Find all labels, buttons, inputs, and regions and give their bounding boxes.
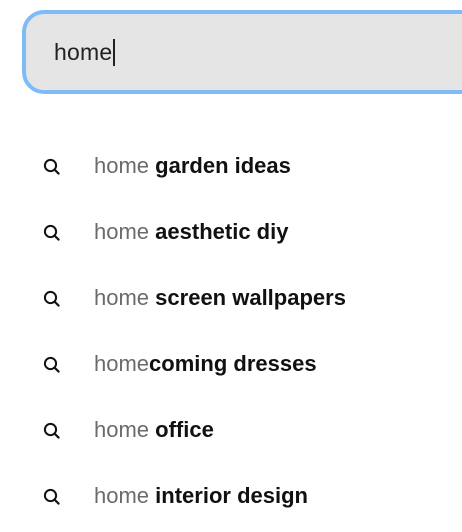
suggestion-prefix: home	[94, 153, 150, 178]
text-caret	[113, 38, 115, 66]
suggestion-completion: garden ideas	[155, 153, 291, 178]
suggestion-label: home garden ideas	[94, 153, 291, 179]
suggestion-item[interactable]: home garden ideas	[0, 133, 462, 199]
search-box[interactable]: home	[22, 10, 462, 94]
suggestion-completion: coming dresses	[149, 351, 317, 376]
suggestion-item[interactable]: home office	[0, 397, 462, 463]
suggestion-label: home screen wallpapers	[94, 285, 346, 311]
suggestion-prefix: home	[94, 351, 150, 376]
suggestion-list: home garden ideas home aesthetic diy hom…	[0, 133, 462, 529]
suggestion-prefix: home	[94, 219, 150, 244]
search-input[interactable]: home	[54, 38, 115, 66]
suggestion-prefix: home	[94, 483, 150, 508]
suggestion-label: home aesthetic diy	[94, 219, 288, 245]
suggestion-prefix: home	[94, 285, 150, 310]
suggestion-completion: office	[155, 417, 214, 442]
search-icon	[43, 224, 60, 241]
search-icon	[43, 158, 60, 175]
search-page: home home garden ideas home aesthetic di…	[0, 0, 462, 532]
suggestion-completion: screen wallpapers	[155, 285, 346, 310]
search-icon	[43, 488, 60, 505]
suggestion-item[interactable]: home aesthetic diy	[0, 199, 462, 265]
suggestion-completion: aesthetic diy	[155, 219, 289, 244]
suggestion-label: home interior design	[94, 483, 308, 509]
suggestion-item[interactable]: home interior design	[0, 463, 462, 529]
search-icon	[43, 356, 60, 373]
suggestion-label: homecoming dresses	[94, 351, 317, 377]
suggestion-prefix: home	[94, 417, 150, 442]
search-input-value: home	[54, 38, 113, 65]
suggestion-item[interactable]: homecoming dresses	[0, 331, 462, 397]
suggestion-completion: interior design	[155, 483, 308, 508]
search-icon	[43, 290, 60, 307]
search-icon	[43, 422, 60, 439]
suggestion-item[interactable]: home screen wallpapers	[0, 265, 462, 331]
suggestion-label: home office	[94, 417, 214, 443]
